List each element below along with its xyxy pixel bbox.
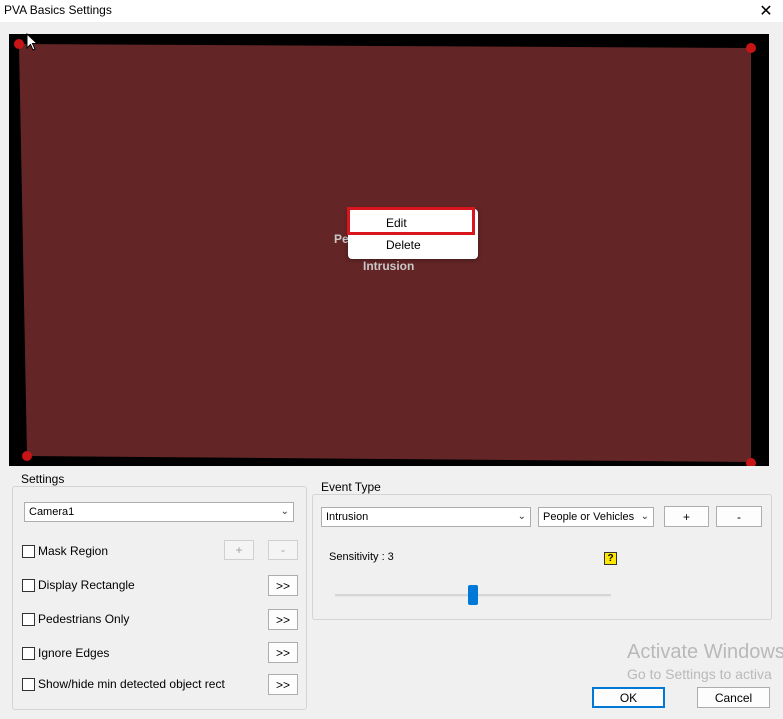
edit-highlight-box: [347, 207, 475, 235]
display-rectangle-more-button[interactable]: >>: [268, 575, 298, 596]
region-corner-handle[interactable]: [14, 39, 24, 49]
pedestrians-only-label: Pedestrians Only: [38, 612, 130, 626]
event-type-select-value: Intrusion: [326, 511, 369, 523]
camera-select[interactable]: Camera1 ⌄: [24, 502, 294, 522]
show-min-object-rect-more-button[interactable]: >>: [268, 674, 298, 695]
ignore-edges-more-button[interactable]: >>: [268, 642, 298, 663]
activate-windows-watermark: Activate Windows: [627, 641, 783, 663]
ignore-edges-label: Ignore Edges: [38, 646, 110, 660]
remove-event-button[interactable]: -: [716, 506, 762, 527]
mask-region-checkbox[interactable]: Mask Region: [22, 543, 108, 559]
checkbox-box[interactable]: [22, 677, 35, 691]
region-corner-handle[interactable]: [746, 43, 756, 53]
event-type-legend: Event Type: [318, 480, 384, 494]
event-type-select[interactable]: Intrusion ⌄: [321, 507, 531, 527]
ignore-edges-checkbox[interactable]: Ignore Edges: [22, 645, 109, 661]
region-corner-handle[interactable]: [22, 451, 32, 461]
checkbox-box[interactable]: [22, 578, 35, 592]
checkbox-box[interactable]: [22, 646, 35, 660]
pedestrians-only-more-button[interactable]: >>: [268, 609, 298, 630]
camera-select-value: Camera1: [29, 506, 75, 518]
checkbox-box[interactable]: [22, 544, 35, 558]
chevron-down-icon: ⌄: [280, 506, 289, 517]
display-rectangle-checkbox[interactable]: Display Rectangle: [22, 577, 135, 593]
menu-item-delete-label: Delete: [386, 238, 421, 252]
show-min-object-rect-label: Show/hide min detected object rect: [38, 677, 225, 691]
display-rectangle-label: Display Rectangle: [38, 578, 135, 592]
activate-windows-subtext: Go to Settings to activa: [627, 666, 772, 682]
sensitivity-label: Sensitivity : 3: [329, 551, 394, 563]
checkbox-box[interactable]: [22, 612, 35, 626]
chevron-down-icon: ⌄: [640, 511, 649, 522]
sensitivity-slider-thumb[interactable]: [468, 585, 478, 605]
mouse-cursor-icon: [26, 33, 38, 51]
target-type-select[interactable]: People or Vehicles ⌄: [538, 507, 654, 527]
add-event-button[interactable]: +: [664, 506, 709, 527]
pedestrians-only-checkbox[interactable]: Pedestrians Only: [22, 611, 129, 627]
region-event-label: Intrusion: [363, 259, 415, 273]
cancel-button[interactable]: Cancel: [697, 687, 770, 708]
mask-add-button[interactable]: +: [224, 540, 254, 560]
show-min-object-rect-checkbox[interactable]: Show/hide min detected object rect: [22, 676, 225, 692]
close-icon[interactable]: ✕: [749, 0, 783, 22]
ok-button[interactable]: OK: [592, 687, 665, 708]
settings-legend: Settings: [18, 472, 68, 486]
help-icon[interactable]: ?: [604, 552, 617, 565]
chevron-down-icon: ⌄: [517, 511, 526, 522]
window-title: PVA Basics Settings: [4, 3, 112, 17]
target-type-select-value: People or Vehicles: [543, 511, 635, 523]
menu-item-delete[interactable]: Delete: [348, 234, 478, 256]
title-bar: PVA Basics Settings ✕: [0, 0, 783, 22]
mask-remove-button[interactable]: -: [268, 540, 298, 560]
mask-region-label: Mask Region: [38, 544, 109, 558]
